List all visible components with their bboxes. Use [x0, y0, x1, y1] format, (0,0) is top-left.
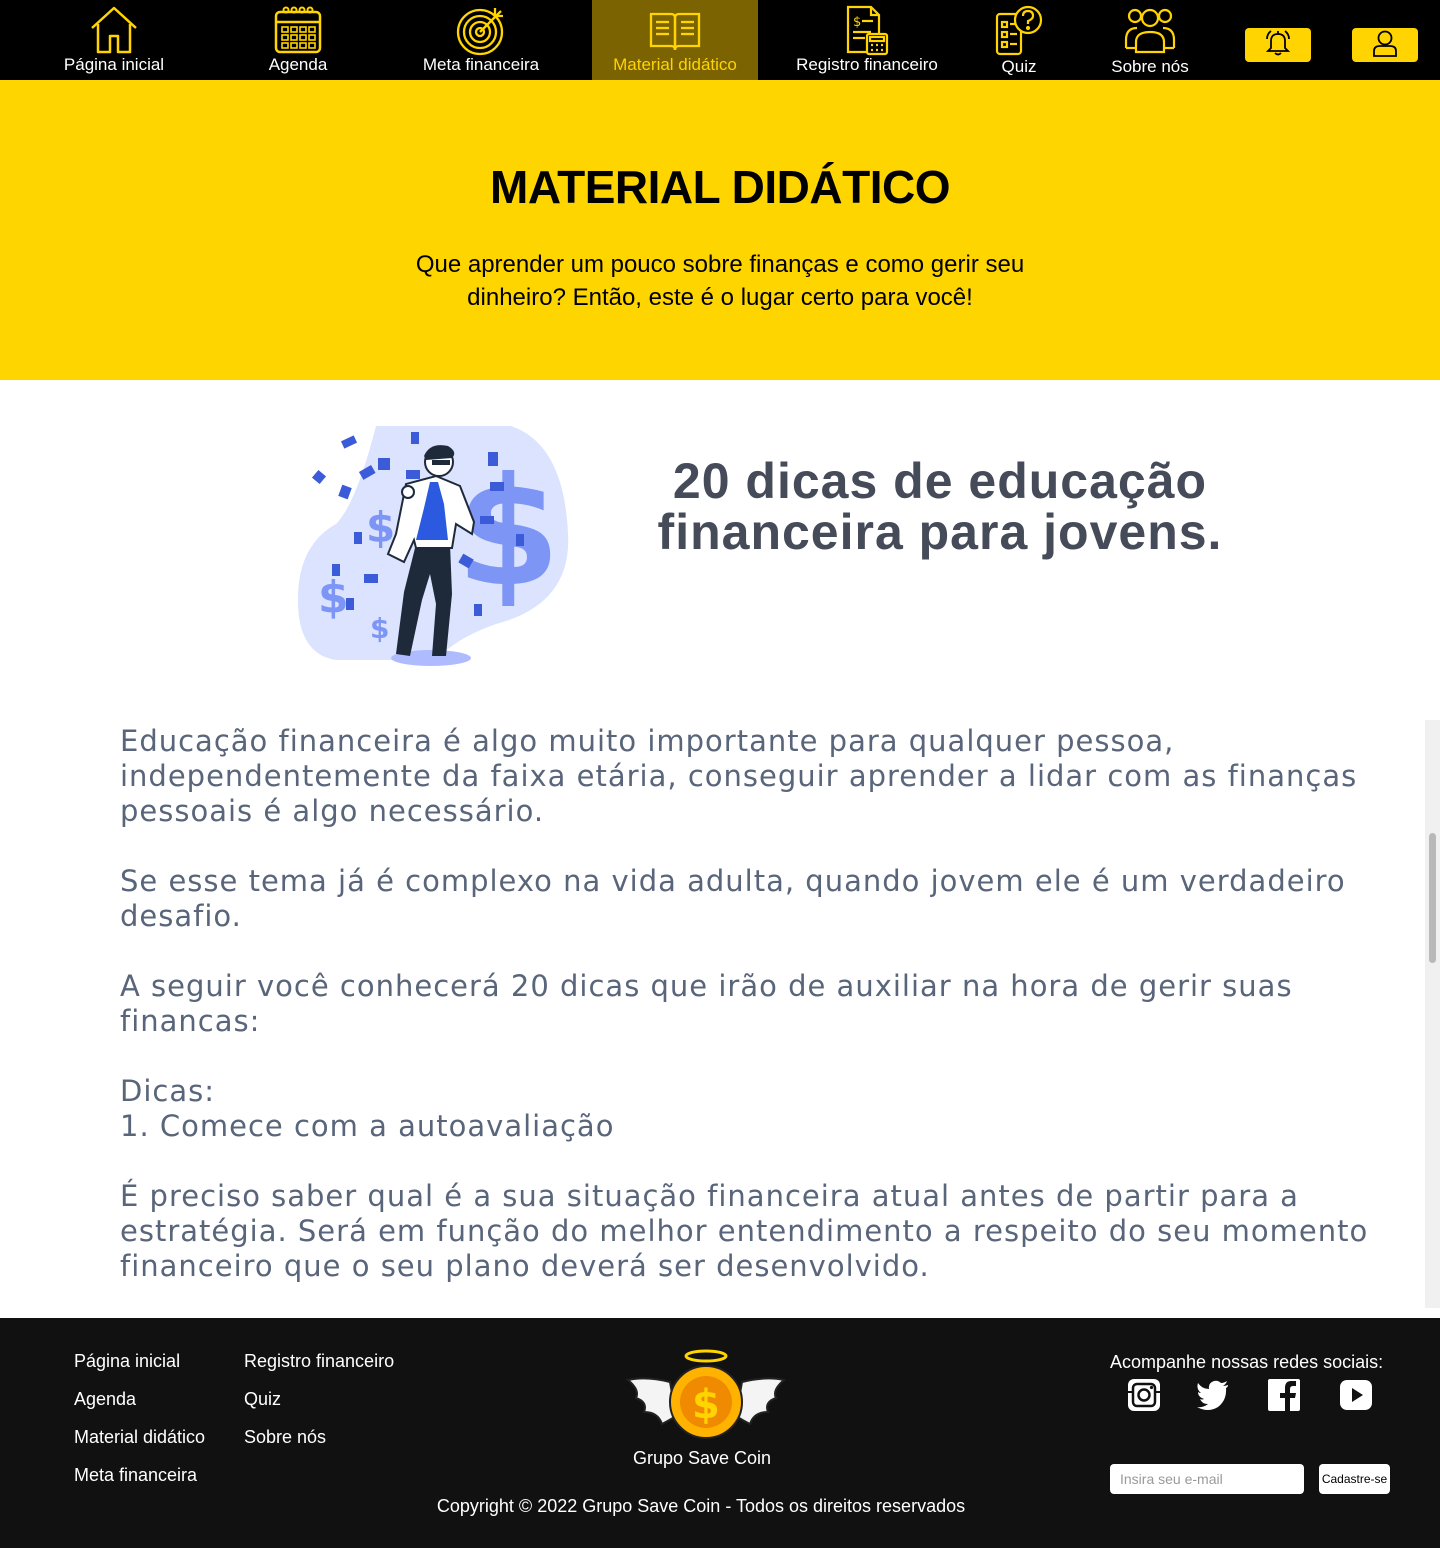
- notifications-button[interactable]: [1245, 28, 1311, 62]
- nav-item-meta-financeira[interactable]: Meta financeira: [406, 0, 556, 80]
- footer-link-agenda[interactable]: Agenda: [74, 1389, 136, 1410]
- social-title: Acompanhe nossas redes sociais:: [1110, 1352, 1384, 1372]
- article-scroll-area[interactable]: Educação financeira é algo muito importa…: [0, 718, 1440, 1308]
- nav-item-registro-financeiro[interactable]: $ Registro financeiro: [784, 0, 950, 80]
- nav-item-material-didatico[interactable]: Material didático: [592, 0, 758, 80]
- calendar-icon: [273, 4, 323, 61]
- nav-label: Agenda: [268, 55, 328, 74]
- svg-text:$: $: [692, 1382, 720, 1428]
- footer-link-registro-financeiro[interactable]: Registro financeiro: [244, 1351, 394, 1372]
- youtube-icon[interactable]: [1339, 1378, 1373, 1412]
- newsletter-submit-button[interactable]: Cadastre-se: [1319, 1464, 1390, 1494]
- bell-icon: [1264, 29, 1292, 62]
- scrollbar[interactable]: [1425, 720, 1440, 1308]
- book-icon: [647, 4, 703, 59]
- article-body: Educação financeira é algo muito importa…: [120, 724, 1369, 1283]
- footer-link-meta-financeira[interactable]: Meta financeira: [74, 1465, 197, 1486]
- brand-name: Grupo Save Coin: [632, 1448, 772, 1468]
- scrollbar-thumb[interactable]: [1429, 833, 1436, 963]
- svg-text:$: $: [370, 612, 389, 645]
- nav-item-quiz[interactable]: Quiz: [984, 0, 1054, 80]
- footer: Página inicial Agenda Material didático …: [0, 1318, 1440, 1548]
- profile-button[interactable]: [1352, 28, 1418, 62]
- nav-item-home[interactable]: Página inicial: [44, 0, 184, 80]
- footer-link-sobre-nos[interactable]: Sobre nós: [244, 1427, 326, 1448]
- nav-label: Material didático: [613, 55, 737, 74]
- footer-link-pagina-inicial[interactable]: Página inicial: [74, 1351, 180, 1372]
- twitter-icon[interactable]: [1196, 1378, 1230, 1412]
- nav-label: Quiz: [1001, 57, 1037, 76]
- ledger-calculator-icon: $: [845, 4, 889, 61]
- nav-label: Meta financeira: [422, 55, 540, 74]
- target-icon: [455, 4, 507, 61]
- svg-text:$: $: [853, 15, 861, 30]
- quiz-question-icon: [994, 4, 1044, 61]
- nav-label: Sobre nós: [1111, 57, 1189, 76]
- newsletter-email-input[interactable]: [1110, 1464, 1304, 1494]
- nav-label: Registro financeiro: [796, 55, 938, 74]
- copyright: Copyright © 2022 Grupo Save Coin - Todos…: [436, 1496, 966, 1516]
- home-icon: [88, 4, 140, 61]
- facebook-icon[interactable]: [1267, 1378, 1301, 1412]
- user-icon: [1372, 29, 1398, 62]
- nav-item-sobre-nos[interactable]: Sobre nós: [1100, 0, 1200, 80]
- page-subtitle: Que aprender um pouco sobre finanças e c…: [415, 251, 1025, 311]
- nav-item-agenda[interactable]: Agenda: [238, 0, 358, 80]
- instagram-icon[interactable]: [1127, 1378, 1161, 1412]
- nav-label: Página inicial: [63, 55, 165, 74]
- page-title: MATERIAL DIDÁTICO: [490, 161, 951, 213]
- top-nav: Página inicial Agenda Meta financeira Ma…: [0, 0, 1440, 80]
- man-throwing-money-illustration: $ $ $ $: [296, 424, 572, 666]
- winged-coin-logo: $: [625, 1346, 787, 1447]
- article-title: 20 dicas de educação financeira para jov…: [657, 453, 1223, 560]
- footer-link-material-didatico[interactable]: Material didático: [74, 1427, 205, 1448]
- footer-link-quiz[interactable]: Quiz: [244, 1389, 281, 1410]
- group-icon: [1123, 4, 1177, 59]
- svg-text:$: $: [318, 572, 349, 623]
- hero-banner: MATERIAL DIDÁTICO Que aprender um pouco …: [0, 80, 1440, 380]
